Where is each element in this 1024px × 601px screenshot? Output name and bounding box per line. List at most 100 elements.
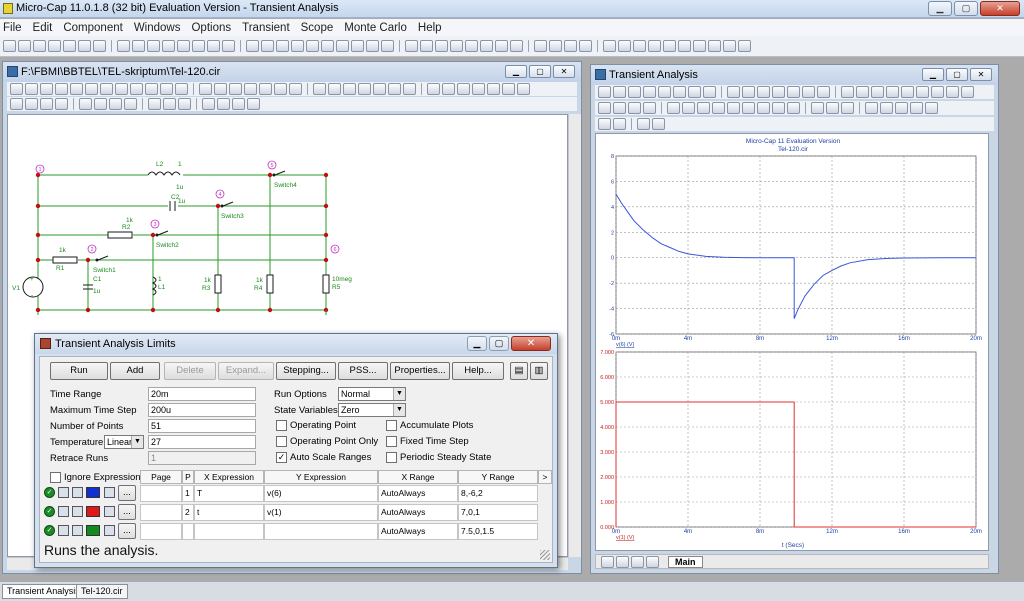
- toolbar-icon-button[interactable]: [787, 86, 800, 98]
- toolbar-icon-button[interactable]: [40, 98, 53, 110]
- schematic-maximize-button[interactable]: ▢: [529, 65, 551, 78]
- toolbar-icon-button[interactable]: [826, 102, 839, 114]
- toolbar-icon-button[interactable]: [961, 86, 974, 98]
- toolbar-icon-button[interactable]: [457, 83, 470, 95]
- toolbar-icon-button[interactable]: [10, 98, 23, 110]
- toolbar-icon-button[interactable]: [202, 98, 215, 110]
- toolbar-icon-button[interactable]: [727, 102, 740, 114]
- menu-component[interactable]: Component: [63, 22, 122, 34]
- toolbar-icon-button[interactable]: [925, 102, 938, 114]
- row-p[interactable]: 2: [182, 504, 194, 521]
- toolbar-icon-button[interactable]: [147, 40, 160, 52]
- toolbar-icon-button[interactable]: [502, 83, 515, 95]
- toolbar-icon-button[interactable]: [94, 98, 107, 110]
- close-button[interactable]: ✕: [980, 1, 1020, 16]
- paste-icon-button[interactable]: ▥: [530, 362, 548, 380]
- toolbar-icon-button[interactable]: [336, 40, 349, 52]
- row-enabled-icon[interactable]: ✓: [44, 506, 55, 517]
- minimize-button[interactable]: ▁: [928, 1, 952, 16]
- toolbar-icon-button[interactable]: [160, 83, 173, 95]
- row-axis-icon[interactable]: [72, 506, 83, 517]
- auto-scale-checkbox[interactable]: ✓: [276, 452, 287, 463]
- toolbar-icon-button[interactable]: [895, 102, 908, 114]
- row-p[interactable]: [182, 523, 194, 540]
- toolbar-icon-button[interactable]: [70, 83, 83, 95]
- toolbar-icon-button[interactable]: [667, 102, 680, 114]
- row-x-range[interactable]: AutoAlways: [378, 485, 458, 502]
- ignore-expr-checkbox[interactable]: [50, 472, 61, 483]
- toolbar-icon-button[interactable]: [787, 102, 800, 114]
- toolbar-icon-button[interactable]: [178, 98, 191, 110]
- row-format-icon[interactable]: [104, 487, 115, 498]
- last-page-button[interactable]: [646, 556, 659, 568]
- toolbar-icon-button[interactable]: [564, 40, 577, 52]
- toolbar-icon-button[interactable]: [648, 40, 661, 52]
- col-scroll-right[interactable]: >: [538, 470, 552, 484]
- toolbar-icon-button[interactable]: [100, 83, 113, 95]
- toolbar-icon-button[interactable]: [10, 83, 23, 95]
- maximize-button[interactable]: ▢: [954, 1, 978, 16]
- toolbar-icon-button[interactable]: [598, 86, 611, 98]
- points-input[interactable]: 51: [148, 419, 256, 433]
- menu-file[interactable]: File: [3, 22, 22, 34]
- toolbar-icon-button[interactable]: [247, 98, 260, 110]
- toolbar-icon-button[interactable]: [802, 86, 815, 98]
- prev-page-button[interactable]: [616, 556, 629, 568]
- toolbar-icon-button[interactable]: [841, 102, 854, 114]
- row-enabled-icon[interactable]: ✓: [44, 487, 55, 498]
- toolbar-icon-button[interactable]: [78, 40, 91, 52]
- row-x-expression[interactable]: T: [194, 485, 264, 502]
- run-button[interactable]: Run: [50, 362, 108, 380]
- toolbar-icon-button[interactable]: [643, 102, 656, 114]
- toolbar-icon-button[interactable]: [207, 40, 220, 52]
- row-x-expression[interactable]: t: [194, 504, 264, 521]
- analysis-close-button[interactable]: ✕: [970, 68, 992, 81]
- toolbar-icon-button[interactable]: [472, 83, 485, 95]
- toolbar-icon-button[interactable]: [708, 40, 721, 52]
- toolbar-icon-button[interactable]: [93, 40, 106, 52]
- time-range-input[interactable]: 20m: [148, 387, 256, 401]
- op-only-checkbox[interactable]: [276, 436, 287, 447]
- toolbar-icon-button[interactable]: [276, 40, 289, 52]
- toolbar-icon-button[interactable]: [757, 102, 770, 114]
- toolbar-icon-button[interactable]: [405, 40, 418, 52]
- toolbar-icon-button[interactable]: [628, 102, 641, 114]
- toolbar-icon-button[interactable]: [124, 98, 137, 110]
- toolbar-icon-button[interactable]: [598, 102, 611, 114]
- toolbar-icon-button[interactable]: [358, 83, 371, 95]
- delete-button[interactable]: Delete: [164, 362, 216, 380]
- toolbar-icon-button[interactable]: [25, 98, 38, 110]
- fixed-step-checkbox[interactable]: [386, 436, 397, 447]
- plot-area[interactable]: Micro-Cap 11 Evaluation Version Tel-120.…: [595, 133, 989, 551]
- toolbar-icon-button[interactable]: [132, 40, 145, 52]
- copy-icon-button[interactable]: ▤: [510, 362, 528, 380]
- toolbar-icon-button[interactable]: [618, 40, 631, 52]
- toolbar-icon-button[interactable]: [465, 40, 478, 52]
- toolbar-icon-button[interactable]: [291, 40, 304, 52]
- toolbar-icon-button[interactable]: [643, 86, 656, 98]
- toolbar-icon-button[interactable]: [25, 83, 38, 95]
- analysis-minimize-button[interactable]: ▁: [922, 68, 944, 81]
- schematic-vscroll[interactable]: [568, 114, 581, 557]
- toolbar-icon-button[interactable]: [289, 83, 302, 95]
- tab-main[interactable]: Main: [668, 556, 703, 568]
- dialog-minimize-button[interactable]: ▁: [467, 336, 487, 351]
- toolbar-icon-button[interactable]: [678, 40, 691, 52]
- toolbar-icon-button[interactable]: [321, 40, 334, 52]
- menu-transient[interactable]: Transient: [242, 22, 290, 34]
- row-y-range[interactable]: 7,0,1: [458, 504, 538, 521]
- row-x-expression[interactable]: [194, 523, 264, 540]
- toolbar-icon-button[interactable]: [613, 118, 626, 130]
- row-color-swatch[interactable]: [86, 525, 100, 536]
- toolbar-icon-button[interactable]: [703, 86, 716, 98]
- toolbar-icon-button[interactable]: [306, 40, 319, 52]
- row-more-button[interactable]: ...: [118, 504, 136, 520]
- toolbar-icon-button[interactable]: [663, 40, 676, 52]
- toolbar-icon-button[interactable]: [450, 40, 463, 52]
- toolbar-icon-button[interactable]: [742, 102, 755, 114]
- toolbar-icon-button[interactable]: [130, 83, 143, 95]
- toolbar-icon-button[interactable]: [613, 102, 626, 114]
- toolbar-icon-button[interactable]: [742, 86, 755, 98]
- toolbar-icon-button[interactable]: [495, 40, 508, 52]
- tab-transient-analysis[interactable]: Transient Analysis: [2, 584, 85, 599]
